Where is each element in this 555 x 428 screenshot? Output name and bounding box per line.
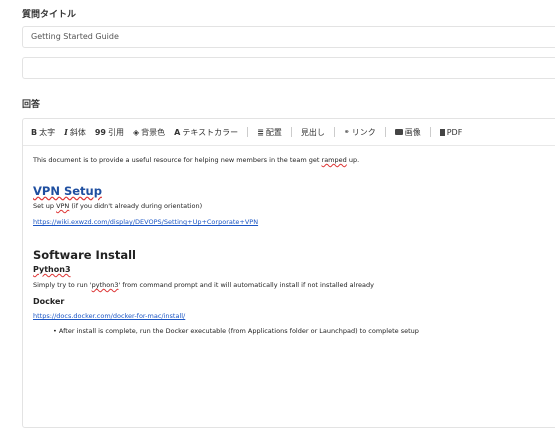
- italic-label: 斜体: [69, 127, 86, 137]
- python-text: Simply try to run ': [33, 281, 92, 289]
- paint-bucket-icon: ◈: [133, 127, 140, 137]
- italic-button[interactable]: I 斜体: [64, 127, 86, 138]
- editor-toolbar: B 太字 I 斜体 99 引用 ◈ 背景色 A テキストカラー ≣ 配置 見出し: [23, 119, 555, 146]
- python-word: python3: [91, 281, 119, 289]
- vpn-link-paragraph: https://wiki.exwzd.com/display/DEVOPS/Se…: [33, 218, 555, 226]
- text-color-button[interactable]: A テキストカラー: [174, 127, 238, 138]
- intro-text-end: up.: [346, 156, 360, 164]
- text-color-label: テキストカラー: [182, 127, 239, 137]
- vpn-text-end: (if you didn't already during orientatio…: [69, 202, 203, 210]
- background-color-button[interactable]: ◈ 背景色: [133, 127, 165, 138]
- pdf-label: PDF: [446, 127, 463, 137]
- title-input-value: Getting Started Guide: [31, 32, 119, 41]
- toolbar-divider: [290, 127, 292, 137]
- answer-label: 回答: [22, 100, 41, 110]
- vpn-heading-text: VPN Setup: [33, 184, 102, 198]
- python-text-end: ' from command prompt and it will automa…: [118, 281, 374, 289]
- align-icon: ≣: [257, 127, 264, 137]
- intro-text: This document is to provide a useful res…: [33, 156, 322, 164]
- align-label: 配置: [265, 127, 282, 137]
- answer-editor[interactable]: B 太字 I 斜体 99 引用 ◈ 背景色 A テキストカラー ≣ 配置 見出し: [22, 118, 555, 428]
- secondary-input[interactable]: [22, 57, 555, 79]
- editor-content[interactable]: This document is to provide a useful res…: [23, 146, 555, 335]
- image-icon: [394, 129, 403, 135]
- link-label: リンク: [351, 127, 376, 137]
- docker-heading: Docker: [33, 297, 65, 306]
- image-button[interactable]: 画像: [394, 127, 421, 138]
- python-heading: Python3: [33, 265, 555, 274]
- bold-label: 太字: [39, 127, 56, 137]
- italic-icon: I: [64, 127, 68, 137]
- heading-label: 見出し: [300, 127, 325, 137]
- pdf-button[interactable]: PDF: [439, 127, 463, 137]
- toolbar-divider: [384, 127, 386, 137]
- intro-misspelled-word: ramped: [321, 156, 347, 164]
- align-button[interactable]: ≣ 配置: [257, 127, 282, 138]
- docker-bullet: • After install is complete, run the Doc…: [33, 327, 555, 335]
- toolbar-divider: [247, 127, 249, 137]
- quote-button[interactable]: 99 引用: [95, 127, 124, 138]
- vpn-paragraph: Set up VPN (if you didn't already during…: [33, 202, 555, 210]
- pdf-icon: [439, 128, 445, 136]
- vpn-link[interactable]: https://wiki.exwzd.com/display/DEVOPS/Se…: [33, 218, 258, 226]
- text-color-icon: A: [174, 127, 181, 137]
- docker-link-paragraph: https://docs.docker.com/docker-for-mac/i…: [33, 312, 555, 320]
- quote-icon: 99: [94, 127, 106, 137]
- link-icon: ⚭: [343, 128, 350, 136]
- bold-button[interactable]: B 太字: [31, 127, 55, 138]
- heading-button[interactable]: 見出し: [301, 127, 325, 138]
- title-input[interactable]: Getting Started Guide: [22, 26, 555, 48]
- intro-paragraph: This document is to provide a useful res…: [33, 156, 555, 164]
- bullet-icon: •: [53, 327, 57, 335]
- image-label: 画像: [404, 127, 421, 137]
- vpn-word: VPN: [56, 202, 70, 210]
- link-button[interactable]: ⚭ リンク: [344, 127, 376, 138]
- quote-label: 引用: [108, 127, 124, 137]
- toolbar-divider: [429, 127, 431, 137]
- docker-link[interactable]: https://docs.docker.com/docker-for-mac/i…: [33, 312, 185, 320]
- bold-icon: B: [31, 127, 38, 137]
- question-title-label: 質問タイトル: [22, 10, 77, 20]
- vpn-heading: VPN Setup: [33, 184, 555, 198]
- docker-bullet-text: After install is complete, run the Docke…: [58, 327, 419, 335]
- vpn-text: Set up: [33, 202, 57, 210]
- toolbar-divider: [333, 127, 335, 137]
- python-heading-text: Python3: [33, 265, 71, 274]
- python-paragraph: Simply try to run 'python3' from command…: [33, 281, 555, 289]
- background-color-label: 背景色: [141, 127, 166, 137]
- software-install-heading: Software Install: [33, 248, 136, 262]
